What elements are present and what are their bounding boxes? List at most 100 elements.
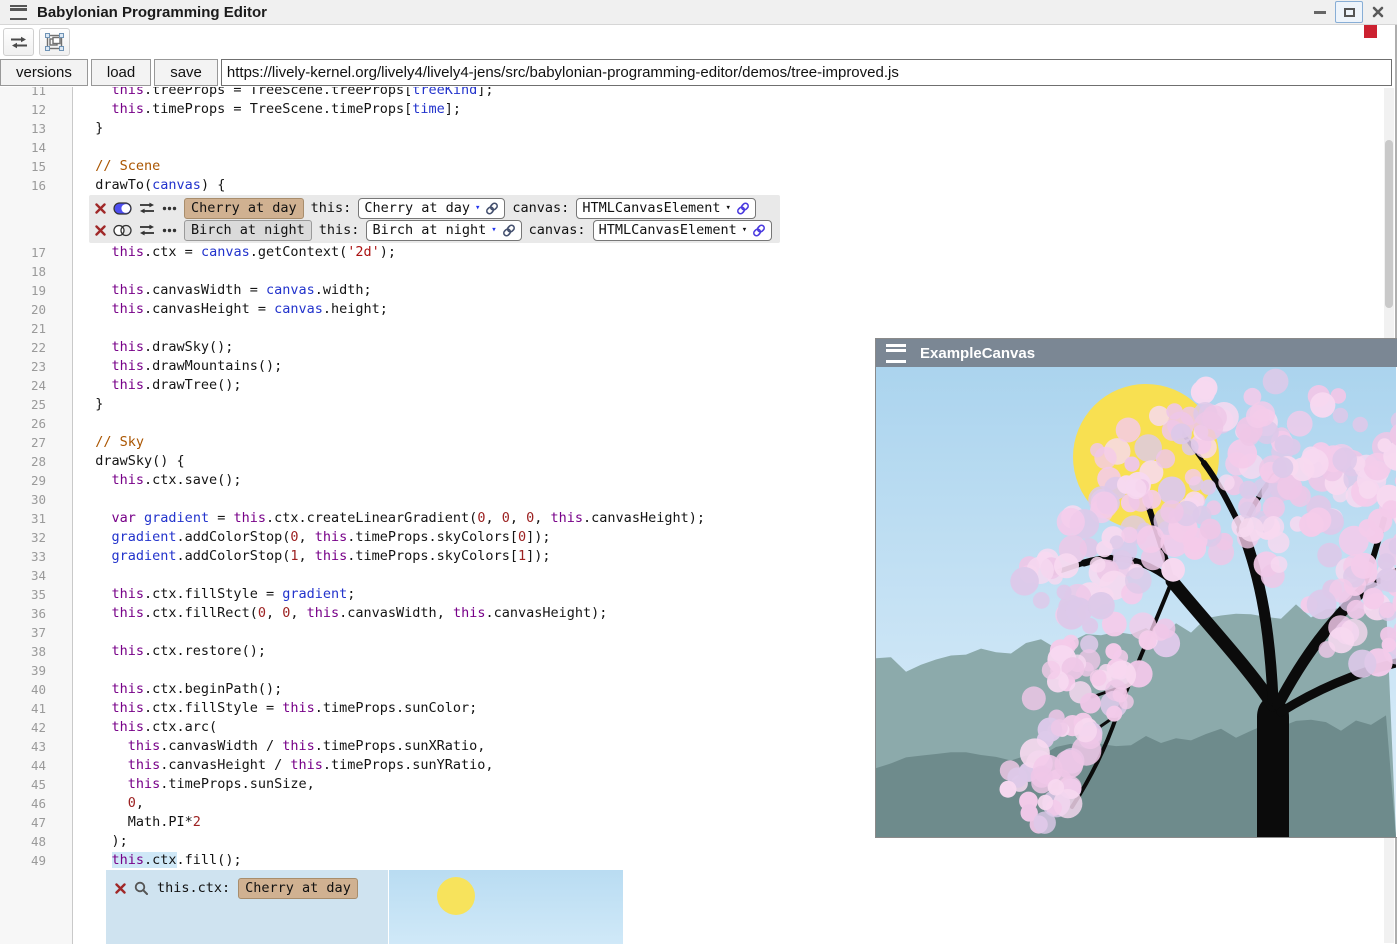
code-line[interactable]: 25 } [0,395,780,414]
value-dropdown[interactable]: Cherry at day▾ [358,198,505,219]
more-options-icon[interactable] [162,206,177,211]
chevron-down-icon[interactable]: ▾ [475,204,480,213]
example-badge[interactable]: Cherry at day [184,198,304,219]
close-icon[interactable] [115,883,126,894]
scrollbar-thumb[interactable] [1385,140,1393,308]
close-icon[interactable] [95,225,106,236]
url-input[interactable]: https://lively-kernel.org/lively4/lively… [221,59,1392,86]
code-line[interactable]: 14 [0,138,780,157]
tree-scene-canvas [876,367,1396,837]
code-line[interactable]: 39 [0,661,780,680]
code-line[interactable]: 18 [0,262,780,281]
code-line[interactable]: 30 [0,490,780,509]
maximize-button[interactable] [1335,1,1363,23]
code-line[interactable]: 38 this.ctx.restore(); [0,642,780,661]
toggle-on-icon[interactable] [113,202,132,215]
line-number: 33 [0,547,73,566]
example-badge[interactable]: Birch at night [184,220,312,241]
swap-icon[interactable] [139,202,155,214]
hamburger-menu-icon[interactable] [886,344,906,363]
line-number: 41 [0,699,73,718]
example-canvas-title: ExampleCanvas [920,345,1035,362]
close-icon[interactable] [95,203,106,214]
line-number: 44 [0,756,73,775]
toolbar [0,25,1397,58]
code-line[interactable]: 47 Math.PI*2 [0,813,780,832]
code-line[interactable]: 33 gradient.addColorStop(1, this.timePro… [0,547,780,566]
code-line[interactable]: 34 [0,566,780,585]
load-button[interactable]: load [91,59,151,86]
code-line[interactable]: 28 drawSky() { [0,452,780,471]
code-line[interactable]: 45 this.timeProps.sunSize, [0,775,780,794]
code-line[interactable]: 11 this.treeProps = TreeScene.treeProps[… [0,87,780,100]
code-line[interactable]: 44 this.canvasHeight / this.timeProps.su… [0,756,780,775]
line-number: 42 [0,718,73,737]
line-number: 30 [0,490,73,509]
link-icon[interactable] [485,202,499,215]
swap-icon[interactable] [139,224,155,236]
versions-button[interactable]: versions [0,59,88,86]
link-icon[interactable] [502,224,516,237]
value-dropdown[interactable]: HTMLCanvasElement▾ [593,220,773,241]
hamburger-menu-icon[interactable] [10,5,27,20]
toggle-off-icon[interactable] [113,224,132,237]
line-number: 28 [0,452,73,471]
code-line[interactable]: 36 this.ctx.fillRect(0, 0, this.canvasWi… [0,604,780,623]
code-line[interactable]: 48 ); [0,832,780,851]
code-line[interactable]: 29 this.ctx.save(); [0,471,780,490]
minimize-button[interactable] [1307,2,1333,22]
line-number: 46 [0,794,73,813]
close-icon [1372,6,1384,18]
example-canvas-titlebar[interactable]: ExampleCanvas [876,339,1397,367]
line-number: 38 [0,642,73,661]
code-line[interactable]: 21 [0,319,780,338]
code-line[interactable]: 19 this.canvasWidth = canvas.width; [0,281,780,300]
code-line[interactable]: 41 this.ctx.fillStyle = this.timeProps.s… [0,699,780,718]
code-line[interactable]: 46 0, [0,794,780,813]
probe-field-label: this: [319,222,360,238]
code-line[interactable]: 23 this.drawMountains(); [0,357,780,376]
bottom-probe-row: this.ctx: Cherry at day [0,870,780,944]
probe-example-row: Cherry at daythis:Cherry at day▾canvas:H… [95,197,772,219]
chevron-down-icon[interactable]: ▾ [742,226,747,235]
code-line[interactable]: 35 this.ctx.fillStyle = gradient; [0,585,780,604]
code-line[interactable]: 15 // Scene [0,157,780,176]
maximize-icon [1344,8,1355,17]
close-button[interactable] [1365,2,1391,22]
example-canvas-window[interactable]: ExampleCanvas [875,338,1397,838]
value-dropdown[interactable]: Birch at night▾ [366,220,521,241]
transform-selection-button[interactable] [39,28,70,56]
chevron-down-icon[interactable]: ▾ [725,204,730,213]
save-button[interactable]: save [154,59,218,86]
code-line[interactable]: 20 this.canvasHeight = canvas.height; [0,300,780,319]
line-number: 43 [0,737,73,756]
code-area[interactable]: 11 this.treeProps = TreeScene.treeProps[… [0,87,780,944]
link-icon[interactable] [752,224,766,237]
code-line[interactable]: 43 this.canvasWidth / this.timeProps.sun… [0,737,780,756]
code-line[interactable]: 16 drawTo(canvas) { [0,176,780,195]
link-icon[interactable] [736,202,750,215]
code-line[interactable]: 24 this.drawTree(); [0,376,780,395]
chevron-down-icon[interactable]: ▾ [491,226,496,235]
code-line[interactable]: 49 this.ctx.fill(); [0,851,780,870]
code-line[interactable]: 12 this.timeProps = TreeScene.timeProps[… [0,100,780,119]
code-line[interactable]: 40 this.ctx.beginPath(); [0,680,780,699]
line-number: 16 [0,176,73,195]
code-line[interactable]: 31 var gradient = this.ctx.createLinearG… [0,509,780,528]
code-line[interactable]: 32 gradient.addColorStop(0, this.timePro… [0,528,780,547]
code-line[interactable]: 26 [0,414,780,433]
code-line[interactable]: 42 this.ctx.arc( [0,718,780,737]
code-line[interactable]: 22 this.drawSky(); [0,338,780,357]
code-line[interactable]: 17 this.ctx = canvas.getContext('2d'); [0,243,780,262]
probe-result-widget: this.ctx: Cherry at day [106,870,623,944]
probe-field-label: canvas: [529,222,586,238]
example-badge[interactable]: Cherry at day [238,878,358,899]
value-dropdown[interactable]: HTMLCanvasElement▾ [576,198,756,219]
swap-connections-button[interactable] [3,28,34,56]
line-number: 19 [0,281,73,300]
code-line[interactable]: 27 // Sky [0,433,780,452]
code-line[interactable]: 37 [0,623,780,642]
magnifier-icon[interactable] [134,881,149,896]
more-options-icon[interactable] [162,228,177,233]
code-line[interactable]: 13 } [0,119,780,138]
